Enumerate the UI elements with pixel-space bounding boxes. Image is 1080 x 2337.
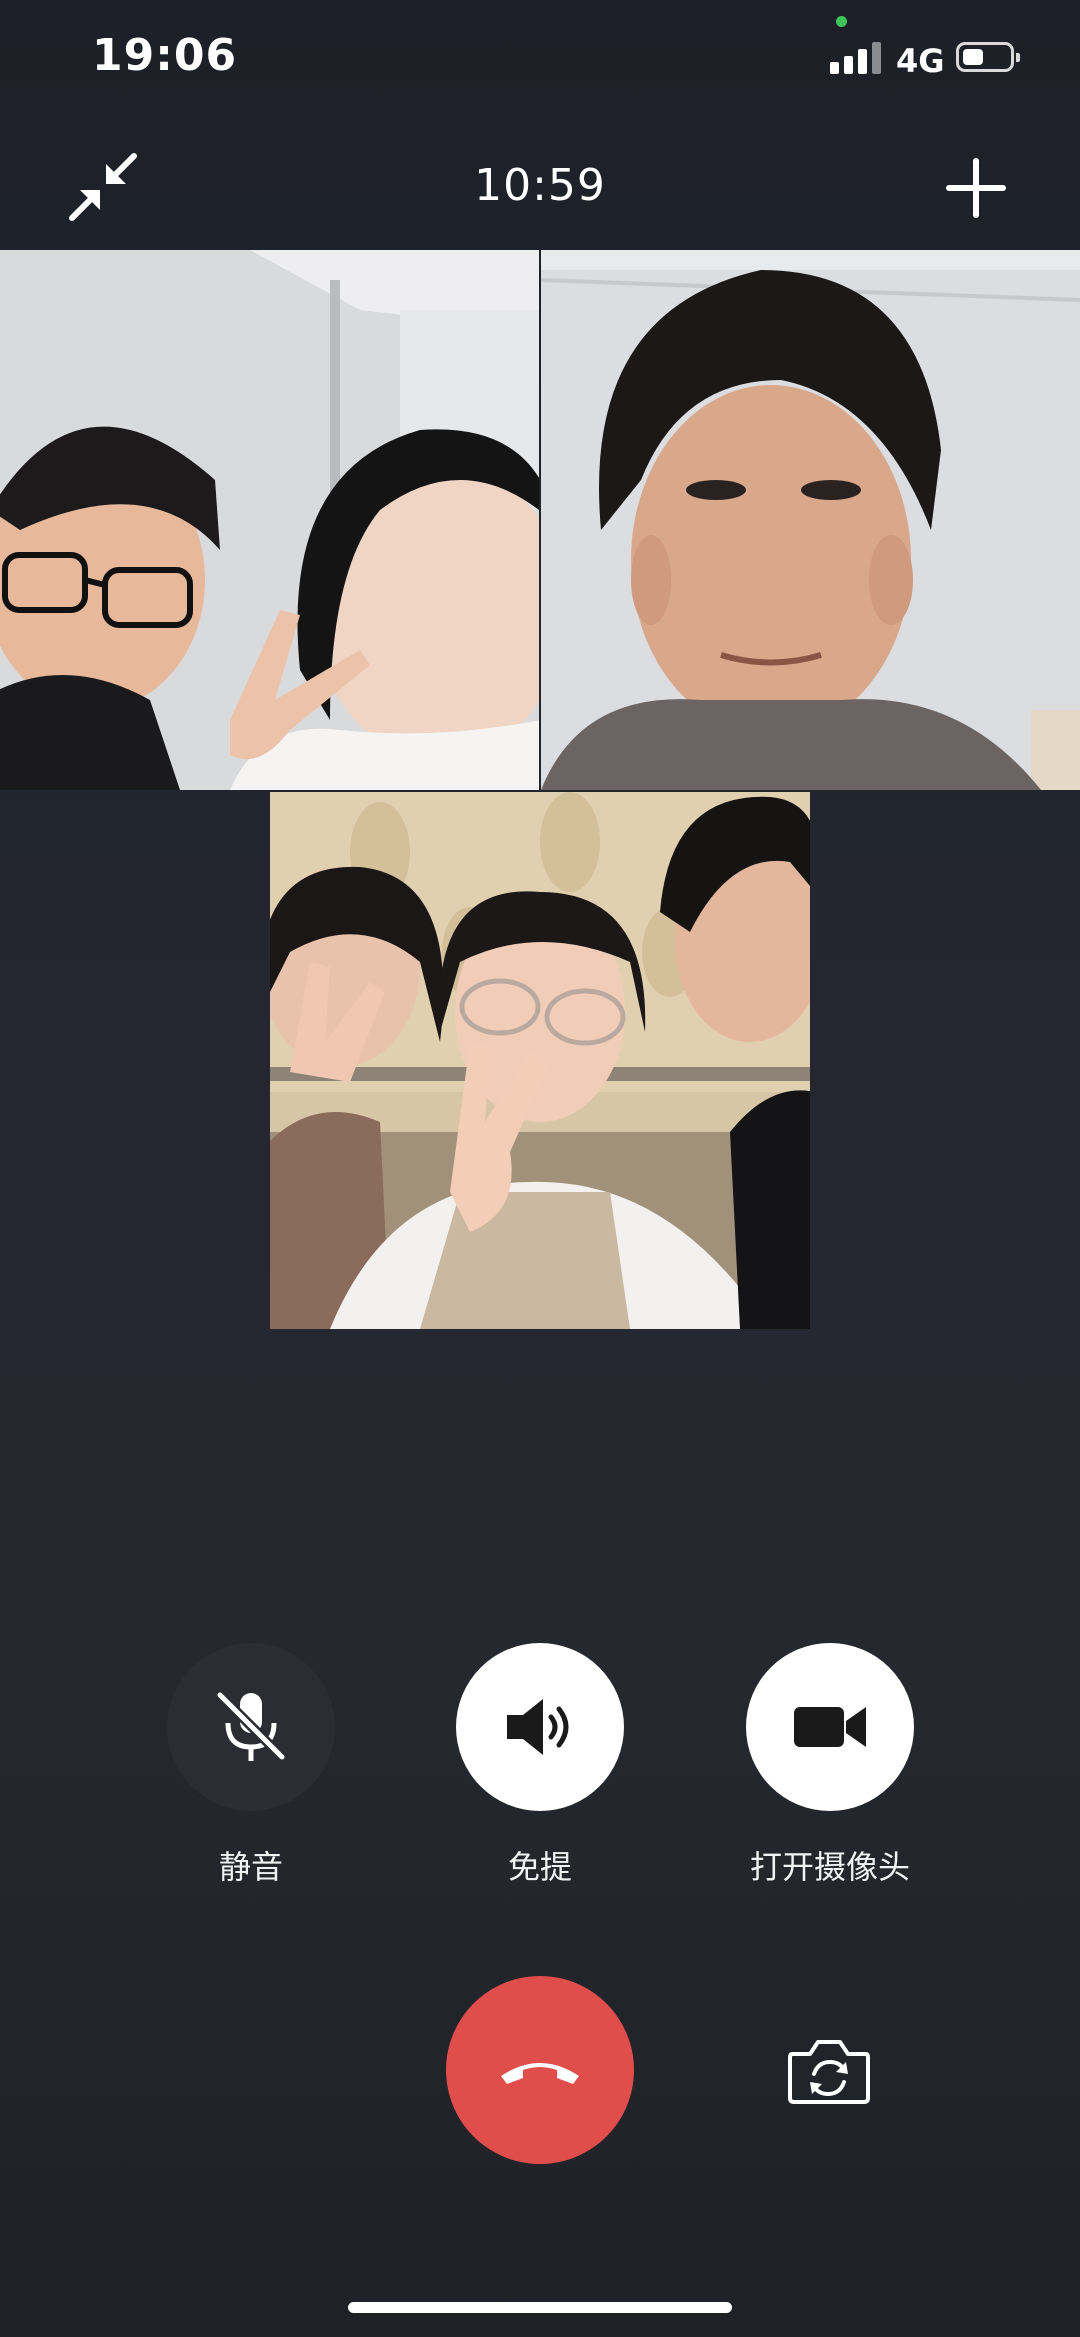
video-camera-icon [794,1707,866,1747]
mic-off-icon [216,1691,286,1761]
video-tile-participant-2[interactable] [541,250,1080,790]
video-feed-2 [541,250,1080,790]
video-call-screen: 19:06 4G 10:59 静音 免提 打开摄像头 [0,0,1080,2337]
mute-button[interactable] [167,1643,335,1811]
call-duration: 10:59 [474,160,606,211]
plus-icon [946,158,1006,218]
speaker-button[interactable] [456,1643,624,1811]
battery-level [963,49,983,65]
network-type: 4G [896,42,945,80]
privacy-indicator-dot [836,16,847,27]
video-tile-participant-1[interactable] [0,250,539,790]
speaker-icon [507,1699,569,1755]
speaker-label: 免提 [507,1848,572,1886]
add-participant-button[interactable] [946,158,1006,218]
flip-camera-icon [788,2040,870,2104]
video-feed-1 [0,250,539,790]
status-bar: 19:06 4G [0,0,1080,120]
battery-icon [956,42,1020,72]
camera-label: 打开摄像头 [749,1848,910,1886]
mute-label: 静音 [218,1848,283,1886]
hang-up-phone-icon [501,2063,579,2084]
hang-up-button[interactable] [446,1976,634,2164]
signal-strength-icon [830,40,882,74]
flip-camera-button[interactable] [786,2036,872,2106]
status-time: 19:06 [92,30,238,81]
video-tile-participant-3[interactable] [270,792,810,1329]
camera-toggle-button[interactable] [746,1643,914,1811]
home-indicator[interactable] [348,2302,732,2313]
video-feed-3 [270,792,810,1329]
